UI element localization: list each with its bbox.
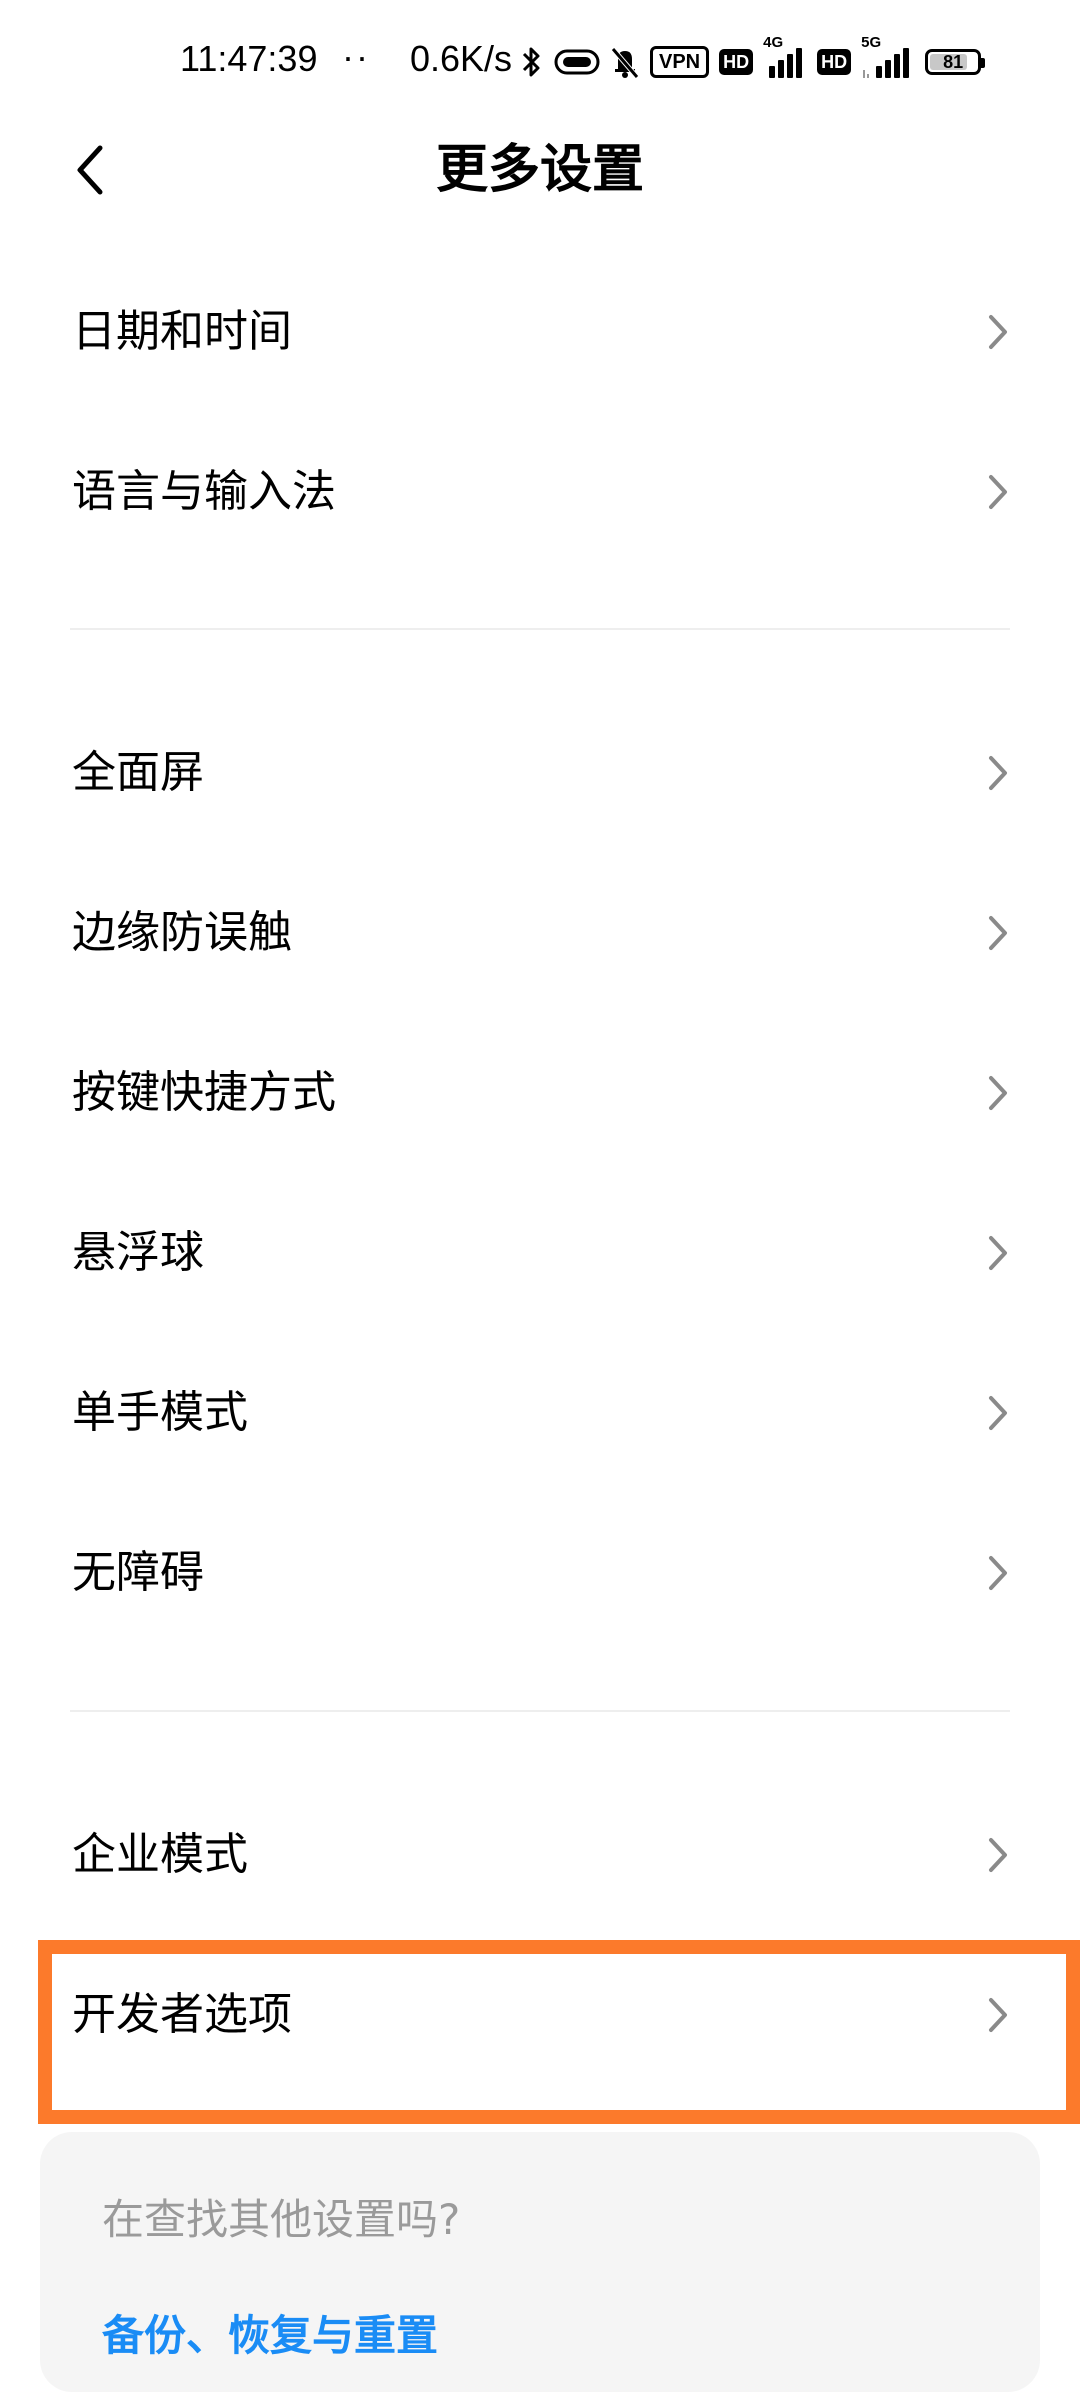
chevron-right-icon (984, 1835, 1012, 1875)
highlight-box (38, 1940, 1080, 2124)
status-dots: ·· (342, 36, 370, 77)
list-item-label: 悬浮球 (72, 1227, 204, 1278)
signal-5g-icon: 5G (861, 34, 915, 80)
signal-4g-label: 4G (763, 34, 784, 51)
list-item-label: 无障碍 (72, 1547, 204, 1598)
search-card-title: 在查找其他设置吗? (102, 2195, 461, 2244)
signal-4g-icon: 4G (763, 34, 807, 80)
status-net-speed: 0.6K/s (410, 38, 513, 79)
list-item-edge-touch[interactable]: 边缘防误触 (0, 853, 1080, 1013)
list-item-label: 全面屏 (72, 747, 204, 798)
list-item-label: 企业模式 (72, 1829, 248, 1880)
page-title: 更多设置 (435, 140, 644, 200)
chevron-right-icon (984, 913, 1012, 953)
list-item-label: 日期和时间 (72, 306, 292, 357)
status-bar: 11:47:39 ·· 0.6K/s VPN HD 4G HD 5G 81 (0, 0, 1080, 120)
list-item-button-shortcuts[interactable]: 按键快捷方式 (0, 1013, 1080, 1173)
hd-icon: HD (719, 49, 754, 75)
list-item-date-time[interactable]: 日期和时间 (0, 252, 1080, 412)
search-suggestion-card: 在查找其他设置吗? 备份、恢复与重置 (40, 2132, 1040, 2392)
chevron-right-icon (984, 1553, 1012, 1593)
vpn-icon: VPN (650, 46, 710, 78)
hd-icon-2: HD (817, 49, 852, 75)
battery-icon: 81 (925, 49, 986, 75)
battery-level: 81 (943, 51, 964, 72)
list-item-floating-ball[interactable]: 悬浮球 (0, 1173, 1080, 1333)
chevron-right-icon (984, 753, 1012, 793)
search-card-link[interactable]: 备份、恢复与重置 (102, 2310, 438, 2362)
list-item-full-screen[interactable]: 全面屏 (0, 693, 1080, 853)
list-item-label: 语言与输入法 (72, 466, 336, 517)
list-item-label: 单手模式 (72, 1387, 248, 1438)
list-item-one-handed[interactable]: 单手模式 (0, 1333, 1080, 1493)
signal-5g-label: 5G (861, 34, 882, 51)
bluetooth-icon (520, 45, 544, 79)
link-icon (554, 47, 600, 77)
chevron-right-icon (984, 472, 1012, 512)
list-item-enterprise-mode[interactable]: 企业模式 (0, 1775, 1080, 1935)
chevron-right-icon (984, 1073, 1012, 1113)
status-time: 11:47:39 (180, 38, 318, 79)
list-item-label: 按键快捷方式 (72, 1067, 336, 1118)
chevron-right-icon (984, 1233, 1012, 1273)
mute-icon (610, 45, 640, 79)
status-icons: VPN HD 4G HD 5G 81 (520, 34, 986, 80)
chevron-right-icon (984, 312, 1012, 352)
list-item-accessibility[interactable]: 无障碍 (0, 1493, 1080, 1653)
section-divider (70, 628, 1010, 630)
section-divider (70, 1710, 1010, 1712)
list-item-language-input[interactable]: 语言与输入法 (0, 412, 1080, 572)
header: 更多设置 (0, 120, 1080, 220)
chevron-right-icon (984, 1393, 1012, 1433)
list-item-label: 边缘防误触 (72, 907, 292, 958)
